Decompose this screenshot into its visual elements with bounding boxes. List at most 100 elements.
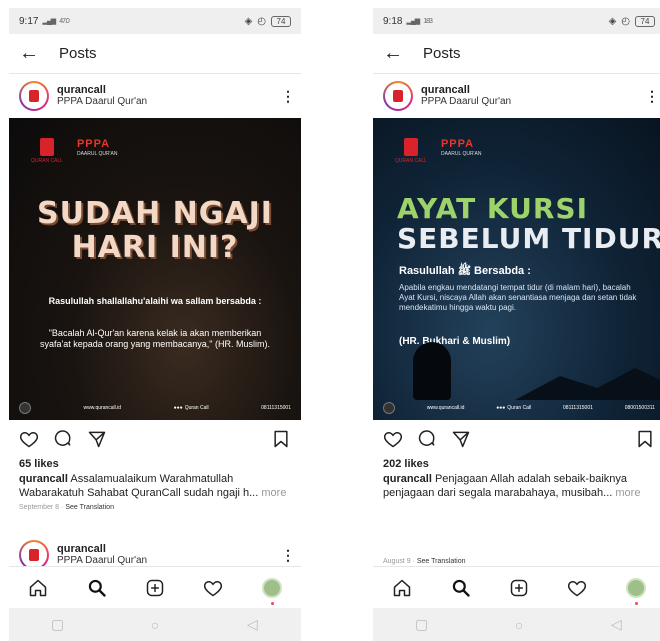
alarm-icon: ◴ [621,15,630,27]
nav-home[interactable] [23,573,53,603]
post-actions [373,420,660,458]
bookmark-icon[interactable] [271,429,291,449]
nav-activity[interactable] [198,573,228,603]
share-icon[interactable] [451,429,471,449]
home-button-icon[interactable]: ○ [509,617,529,633]
image-attribution: Rasulullah ﷺ Bersabda : [399,265,531,277]
back-triangle-icon[interactable]: ◁ [242,616,262,633]
comment-icon[interactable] [417,429,437,449]
caption-username[interactable]: qurancall [383,473,432,485]
nav-search[interactable] [446,573,476,603]
more-options-icon[interactable]: ⋮ [645,88,659,105]
caption-more-link[interactable]: more [615,487,640,499]
image-headline-2: HARI INI? [71,230,239,265]
user-icon [19,402,31,414]
post-actions [9,420,301,458]
nav-profile[interactable] [621,573,651,605]
share-icon[interactable] [87,429,107,449]
avatar[interactable] [383,81,413,111]
phone-screen-left: 9:17 ▂▄▆ 47.0 ◈ ◴ 74 ← Posts qurancall P… [9,8,301,641]
more-options-icon[interactable]: ⋮ [281,88,295,105]
back-arrow-icon[interactable]: ← [19,42,47,65]
likes-count[interactable]: 65 likes [9,458,301,470]
status-time: 9:18 [383,15,403,27]
avatar[interactable] [19,81,49,111]
see-translation-link[interactable]: See Translation [417,558,466,565]
post-header: qurancall PPPA Daarul Qur'an ⋮ [373,74,660,118]
pppa-logo-text: DAARUL QUR'AN [76,151,118,157]
like-heart-icon[interactable] [383,429,403,449]
post-header: qurancall PPPA Daarul Qur'an ⋮ [9,74,301,118]
brand-logos: QURAN CALL PPPA DAARUL QUR'AN [31,138,117,164]
nav-activity[interactable] [562,573,592,603]
pppa-logo-text: DAARUL QUR'AN [440,151,482,157]
notification-dot [270,601,274,605]
post-username[interactable]: qurancall [57,543,281,555]
see-translation-link[interactable]: See Translation [65,504,114,511]
footer-phone-2: 08001500311 [624,405,655,411]
add-post-icon [510,579,528,596]
user-icon [383,402,395,414]
post-date: September 8 [19,504,60,511]
add-post-icon [146,579,164,596]
post-username[interactable]: qurancall [57,84,281,96]
nav-home[interactable] [387,573,417,603]
qurancall-logo-text: QURAN CALL [395,158,427,164]
footer-website: www.qurancall.id [83,405,122,411]
vibrate-icon: ◈ [608,15,617,27]
recent-apps-icon[interactable]: ▢ [48,616,68,633]
likes-count[interactable]: 202 likes [373,458,660,470]
like-heart-icon[interactable] [19,429,39,449]
post-image[interactable]: QURAN CALL PPPA DAARUL QUR'AN AYAT KURSI… [373,118,660,420]
image-headline-2: SEBELUM TIDUR [397,222,660,255]
footer-phone: 08111315001 [563,405,593,411]
top-bar: ← Posts [9,34,301,74]
nav-new-post[interactable] [140,573,170,603]
social-icons: ●●● [173,405,183,411]
qurancall-logo-icon [29,549,39,561]
system-nav: ▢ ○ ◁ [373,608,660,641]
heart-icon [568,580,587,596]
qurancall-logo-icon [39,138,54,156]
caption-username[interactable]: qurancall [19,473,68,485]
more-options-icon[interactable]: ⋮ [281,547,295,564]
home-button-icon[interactable]: ○ [145,617,165,633]
home-icon [29,579,47,596]
search-icon [452,579,470,597]
post-username[interactable]: qurancall [421,84,645,96]
alarm-icon: ◴ [257,15,266,27]
recent-apps-icon[interactable]: ▢ [412,616,432,633]
image-quote: "Bacalah Al-Qur'an karena kelak ia akan … [39,328,270,349]
comment-icon[interactable] [53,429,73,449]
post-image[interactable]: QURAN CALL PPPA DAARUL QUR'AN SUDAH NGAJ… [9,118,301,420]
status-bar: 9:17 ▂▄▆ 47.0 ◈ ◴ 74 [9,8,301,34]
battery-icon: 74 [635,15,655,27]
post-location[interactable]: PPPA Daarul Qur'an [421,96,645,108]
image-headline-1: AYAT KURSI [397,192,589,225]
back-arrow-icon[interactable]: ← [383,42,411,65]
nav-profile[interactable] [257,573,287,605]
post-location[interactable]: PPPA Daarul Qur'an [57,96,281,108]
signal-icon: ▂▄▆ [42,18,56,25]
top-bar: ← Posts [373,34,660,74]
qurancall-logo-icon [403,138,418,156]
vibrate-icon: ◈ [244,15,253,27]
notification-dot [634,601,638,605]
caption-more-link[interactable]: more [261,487,286,499]
signal-icon: ▂▄▆ [406,18,420,25]
status-time: 9:17 [19,15,39,27]
profile-avatar-icon [625,577,646,598]
nav-search[interactable] [82,573,112,603]
bottom-nav [9,566,301,608]
page-title: Posts [423,45,461,62]
bookmark-icon[interactable] [635,429,655,449]
nav-new-post[interactable] [504,573,534,603]
image-headline-1: SUDAH NGAJI [37,196,273,231]
back-triangle-icon[interactable]: ◁ [606,616,626,633]
pppa-logo: PPPA [440,138,475,150]
image-reference: (HR. Bukhari & Muslim) [399,336,511,347]
post-caption: qurancall Penjagaan Allah adalah sebaik-… [373,470,660,500]
footer-phone: 08111315001 [261,405,291,411]
image-attribution: Rasulullah shallallahu'alaihi wa sallam … [48,296,262,306]
post-date-row: September 8 · See Translation [19,504,114,511]
